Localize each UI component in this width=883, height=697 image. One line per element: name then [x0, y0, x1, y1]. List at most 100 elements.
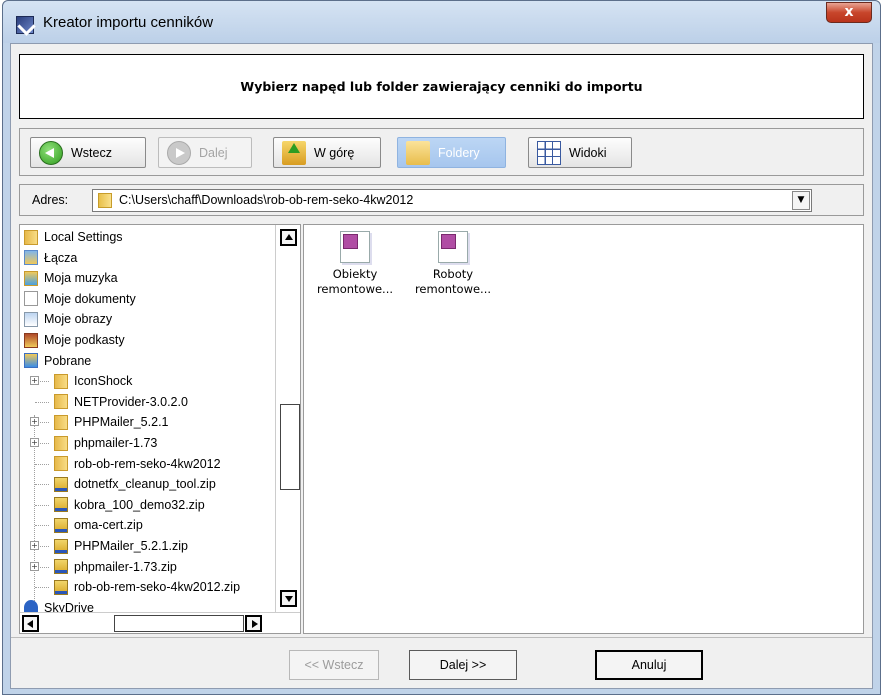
expand-plus-icon[interactable]: + [30, 376, 39, 386]
tree-item-label: PHPMailer_5.2.1 [74, 415, 169, 430]
folder-icon [54, 435, 68, 451]
folder-icon [24, 229, 38, 245]
folders-toggle-button[interactable]: Foldery [397, 137, 506, 168]
title-bar[interactable]: Kreator importu cenników x [3, 1, 880, 43]
documents-folder-icon [24, 291, 38, 307]
expand-plus-icon[interactable]: + [30, 438, 39, 447]
tree-item[interactable]: dotnetfx_cleanup_tool.zip [54, 474, 216, 494]
up-button[interactable]: W górę [273, 137, 381, 168]
expand-plus-icon[interactable]: + [30, 561, 39, 571]
forward-button[interactable]: Dalej [158, 137, 252, 168]
toolbar: Wstecz Dalej W górę Foldery Widoki [19, 128, 864, 176]
tree-item-label: Moje dokumenty [44, 291, 136, 306]
wizard-body: Wybierz napęd lub folder zawierający cen… [10, 43, 873, 689]
tree-item-label: phpmailer-1.73.zip [74, 559, 177, 574]
tree-item[interactable]: oma-cert.zip [54, 515, 143, 535]
wizard-cancel-button[interactable]: Anuluj [595, 650, 703, 680]
tree-item-label: Pobrane [44, 353, 92, 368]
address-combobox[interactable]: C:\Users\chaff\Downloads\rob-ob-rem-seko… [92, 189, 812, 212]
zip-icon [54, 559, 68, 575]
close-button[interactable]: x [826, 2, 872, 23]
tree-item-label: rob-ob-rem-seko-4kw2012 [74, 456, 221, 471]
tree-item[interactable]: rob-ob-rem-seko-4kw2012 [54, 454, 221, 474]
wizard-back-button[interactable]: << Wstecz [289, 650, 379, 680]
file-item-obiekty[interactable]: Obiekty remontowe... [310, 231, 400, 297]
file-list: Obiekty remontowe... Roboty remontowe... [303, 224, 864, 634]
folder-icon [54, 414, 68, 430]
tree-horizontal-scrollbar[interactable] [20, 612, 300, 633]
address-dropdown-button[interactable]: ▼ [792, 191, 810, 210]
tree-vertical-scrollbar[interactable] [275, 225, 300, 614]
tree-item[interactable]: phpmailer-1.73 [54, 433, 157, 453]
expand-plus-icon[interactable]: + [30, 541, 39, 550]
vertical-scroll-thumb[interactable] [280, 404, 300, 490]
tree-connector [35, 587, 49, 589]
pictures-folder-icon [24, 311, 38, 327]
downloads-folder-icon [24, 353, 38, 369]
back-button[interactable]: Wstecz [30, 137, 146, 168]
file-name-line2: remontowe... [316, 282, 394, 296]
folder-icon [54, 373, 68, 389]
tree-connector [35, 504, 49, 506]
forward-button-label: Dalej [199, 145, 228, 160]
horizontal-scroll-thumb[interactable] [114, 615, 244, 632]
window-title: Kreator importu cenników [43, 14, 214, 31]
tree-item-label: Łącza [44, 250, 78, 265]
tree-item[interactable]: Moja muzyka [24, 268, 118, 288]
file-item-roboty[interactable]: Roboty remontowe... [408, 231, 498, 297]
tree-item-label: Local Settings [44, 230, 123, 244]
views-grid-icon [537, 140, 561, 165]
folder-icon [54, 394, 68, 410]
tree-item[interactable]: kobra_100_demo32.zip [54, 495, 205, 515]
address-path: C:\Users\chaff\Downloads\rob-ob-rem-seko… [119, 193, 414, 207]
tree-connector [35, 401, 49, 403]
tree-item-label: Moja muzyka [44, 271, 118, 286]
tree-connector [35, 463, 49, 465]
tree-item[interactable]: Local Settings [24, 227, 123, 247]
footer-divider [11, 637, 872, 638]
tree-connector [35, 484, 49, 486]
tree-item-label: PHPMailer_5.2.1.zip [74, 539, 188, 553]
scroll-down-arrow-icon[interactable] [280, 590, 297, 607]
file-name-line1: Roboty [432, 267, 474, 281]
tree-item[interactable]: IconShock [54, 371, 132, 391]
views-button[interactable]: Widoki [528, 137, 632, 168]
back-button-label: Wstecz [71, 145, 112, 160]
tree-item[interactable]: Moje podkasty [24, 330, 125, 350]
scroll-up-arrow-icon[interactable] [280, 229, 297, 246]
tree-item[interactable]: phpmailer-1.73.zip [54, 557, 177, 577]
links-folder-icon [24, 250, 38, 266]
tree-item[interactable]: rob-ob-rem-seko-4kw2012.zip [54, 577, 240, 597]
file-name-line1: Obiekty [332, 267, 378, 281]
scroll-left-arrow-icon[interactable] [22, 615, 39, 632]
zip-icon [54, 579, 68, 595]
tree-item[interactable]: Moje obrazy [24, 309, 112, 329]
zip-icon [54, 517, 68, 533]
scroll-right-arrow-icon[interactable] [245, 615, 262, 632]
tree-item[interactable]: NETProvider-3.0.2.0 [54, 392, 188, 412]
tree-item[interactable]: Pobrane [24, 351, 91, 371]
folder-icon [98, 193, 112, 208]
tree-item[interactable]: Moje dokumenty [24, 289, 136, 309]
tree-item[interactable]: PHPMailer_5.2.1.zip [54, 536, 188, 556]
tree-item[interactable]: Łącza [24, 248, 77, 268]
folders-icon [406, 140, 430, 165]
zip-icon [54, 538, 68, 554]
tree-item-label: kobra_100_demo32.zip [74, 497, 205, 512]
pricelist-file-icon [438, 231, 468, 263]
tree-item-label: rob-ob-rem-seko-4kw2012.zip [74, 580, 241, 595]
tree-item-label: IconShock [74, 374, 133, 389]
folder-icon [54, 456, 68, 472]
tree-item-label: NETProvider-3.0.2.0 [74, 394, 188, 409]
tree-item-label: dotnetfx_cleanup_tool.zip [74, 477, 216, 492]
tree-item[interactable]: PHPMailer_5.2.1 [54, 412, 169, 432]
folders-button-label: Foldery [438, 145, 480, 160]
app-icon [16, 16, 34, 34]
tree-item-label: oma-cert.zip [74, 518, 143, 533]
tree-item-label: phpmailer-1.73 [74, 436, 158, 450]
expand-plus-icon[interactable]: + [30, 417, 39, 427]
address-bar: Adres: C:\Users\chaff\Downloads\rob-ob-r… [19, 184, 864, 216]
wizard-next-button[interactable]: Dalej >> [409, 650, 517, 680]
folder-tree[interactable]: Local Settings Łącza Moja muzyka Moje dokum… [19, 224, 301, 634]
zip-icon [54, 476, 68, 492]
